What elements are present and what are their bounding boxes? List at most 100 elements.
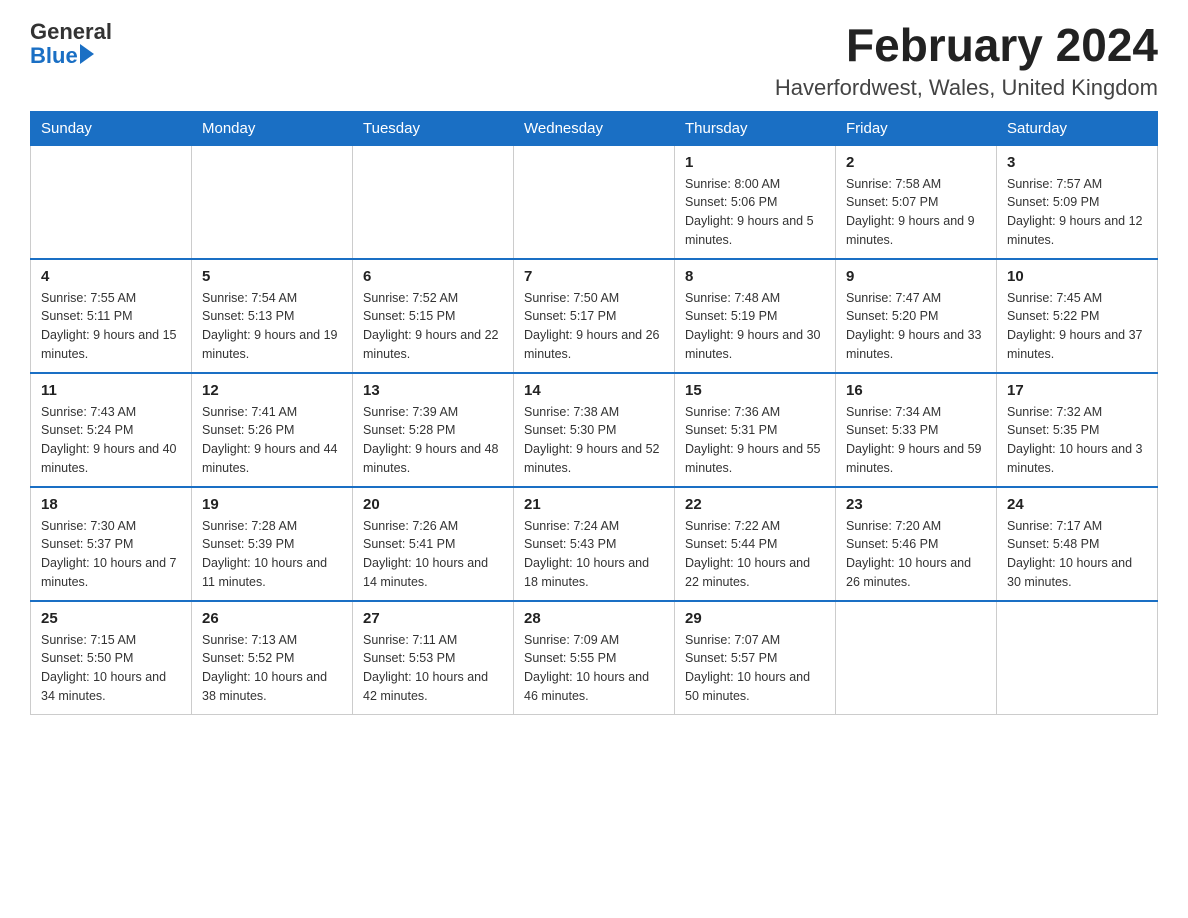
day-info: Sunrise: 7:48 AMSunset: 5:19 PMDaylight:… — [685, 289, 825, 364]
day-number: 28 — [524, 610, 664, 627]
day-number: 10 — [1007, 268, 1147, 285]
calendar-cell — [836, 601, 997, 715]
day-info: Sunrise: 7:26 AMSunset: 5:41 PMDaylight:… — [363, 517, 503, 592]
calendar-header-saturday: Saturday — [997, 111, 1158, 145]
calendar-cell: 26Sunrise: 7:13 AMSunset: 5:52 PMDayligh… — [192, 601, 353, 715]
day-info: Sunrise: 7:34 AMSunset: 5:33 PMDaylight:… — [846, 403, 986, 478]
day-info: Sunrise: 7:11 AMSunset: 5:53 PMDaylight:… — [363, 631, 503, 706]
day-info: Sunrise: 7:52 AMSunset: 5:15 PMDaylight:… — [363, 289, 503, 364]
calendar-cell: 25 Sunrise: 7:15 AMSunset: 5:50 PMDayligh… — [31, 601, 192, 715]
page-subtitle: Haverfordwest, Wales, United Kingdom — [775, 75, 1158, 101]
calendar-cell: 17Sunrise: 7:32 AMSunset: 5:35 PMDayligh… — [997, 373, 1158, 487]
day-info: Sunrise: 7:39 AMSunset: 5:28 PMDaylight:… — [363, 403, 503, 478]
calendar-cell: 3 Sunrise: 7:57 AMSunset: 5:09 PMDaylight… — [997, 145, 1158, 259]
calendar-header-monday: Monday — [192, 111, 353, 145]
page-title: February 2024 — [775, 20, 1158, 71]
day-number: 18 — [41, 496, 181, 513]
day-number: 3 — [1007, 154, 1147, 171]
logo-general: General — [30, 20, 112, 44]
calendar-cell: 9 Sunrise: 7:47 AMSunset: 5:20 PMDaylight… — [836, 259, 997, 373]
day-number: 22 — [685, 496, 825, 513]
calendar-cell: 23Sunrise: 7:20 AMSunset: 5:46 PMDayligh… — [836, 487, 997, 601]
day-info: Sunrise: 7:22 AMSunset: 5:44 PMDaylight:… — [685, 517, 825, 592]
calendar-cell: 15 Sunrise: 7:36 AMSunset: 5:31 PMDayligh… — [675, 373, 836, 487]
calendar-cell — [997, 601, 1158, 715]
calendar-cell: 4 Sunrise: 7:55 AMSunset: 5:11 PMDaylight… — [31, 259, 192, 373]
day-number: 15 — [685, 382, 825, 399]
calendar-cell: 6 Sunrise: 7:52 AMSunset: 5:15 PMDaylight… — [353, 259, 514, 373]
day-number: 7 — [524, 268, 664, 285]
day-info: Sunrise: 7:15 AMSunset: 5:50 PMDaylight:… — [41, 631, 181, 706]
day-info: Sunrise: 7:43 AMSunset: 5:24 PMDaylight:… — [41, 403, 181, 478]
day-info: Sunrise: 7:09 AMSunset: 5:55 PMDaylight:… — [524, 631, 664, 706]
day-number: 2 — [846, 154, 986, 171]
day-number: 29 — [685, 610, 825, 627]
calendar-header-row: SundayMondayTuesdayWednesdayThursdayFrid… — [31, 111, 1158, 145]
day-number: 8 — [685, 268, 825, 285]
calendar-cell: 7 Sunrise: 7:50 AMSunset: 5:17 PMDaylight… — [514, 259, 675, 373]
calendar-header-wednesday: Wednesday — [514, 111, 675, 145]
day-info: Sunrise: 7:55 AMSunset: 5:11 PMDaylight:… — [41, 289, 181, 364]
calendar-cell: 24Sunrise: 7:17 AMSunset: 5:48 PMDayligh… — [997, 487, 1158, 601]
day-info: Sunrise: 7:41 AMSunset: 5:26 PMDaylight:… — [202, 403, 342, 478]
day-info: Sunrise: 7:38 AMSunset: 5:30 PMDaylight:… — [524, 403, 664, 478]
calendar-cell: 13 Sunrise: 7:39 AMSunset: 5:28 PMDayligh… — [353, 373, 514, 487]
calendar-cell: 8 Sunrise: 7:48 AMSunset: 5:19 PMDaylight… — [675, 259, 836, 373]
calendar-week-row: 18 Sunrise: 7:30 AMSunset: 5:37 PMDayligh… — [31, 487, 1158, 601]
day-info: Sunrise: 7:13 AMSunset: 5:52 PMDaylight:… — [202, 631, 342, 706]
calendar-cell: 27Sunrise: 7:11 AMSunset: 5:53 PMDayligh… — [353, 601, 514, 715]
calendar-cell: 19 Sunrise: 7:28 AMSunset: 5:39 PMDayligh… — [192, 487, 353, 601]
day-number: 16 — [846, 382, 986, 399]
day-info: Sunrise: 7:54 AMSunset: 5:13 PMDaylight:… — [202, 289, 342, 364]
day-number: 6 — [363, 268, 503, 285]
day-number: 5 — [202, 268, 342, 285]
calendar-cell — [31, 145, 192, 259]
calendar-cell: 21 Sunrise: 7:24 AMSunset: 5:43 PMDayligh… — [514, 487, 675, 601]
calendar-header-sunday: Sunday — [31, 111, 192, 145]
calendar-week-row: 1 Sunrise: 8:00 AMSunset: 5:06 PMDaylight… — [31, 145, 1158, 259]
calendar-header-friday: Friday — [836, 111, 997, 145]
day-info: Sunrise: 7:57 AMSunset: 5:09 PMDaylight:… — [1007, 175, 1147, 250]
calendar-header-thursday: Thursday — [675, 111, 836, 145]
calendar-cell — [192, 145, 353, 259]
logo-triangle-icon — [80, 44, 94, 64]
title-section: February 2024 Haverfordwest, Wales, Unit… — [775, 20, 1158, 101]
day-info: Sunrise: 7:58 AMSunset: 5:07 PMDaylight:… — [846, 175, 986, 250]
calendar-cell: 20Sunrise: 7:26 AMSunset: 5:41 PMDayligh… — [353, 487, 514, 601]
day-number: 4 — [41, 268, 181, 285]
day-number: 19 — [202, 496, 342, 513]
calendar-cell: 22 Sunrise: 7:22 AMSunset: 5:44 PMDayligh… — [675, 487, 836, 601]
day-info: Sunrise: 7:50 AMSunset: 5:17 PMDaylight:… — [524, 289, 664, 364]
day-info: Sunrise: 7:07 AMSunset: 5:57 PMDaylight:… — [685, 631, 825, 706]
day-number: 9 — [846, 268, 986, 285]
calendar-cell: 14 Sunrise: 7:38 AMSunset: 5:30 PMDayligh… — [514, 373, 675, 487]
calendar-cell: 10 Sunrise: 7:45 AMSunset: 5:22 PMDayligh… — [997, 259, 1158, 373]
day-number: 14 — [524, 382, 664, 399]
day-info: Sunrise: 7:36 AMSunset: 5:31 PMDaylight:… — [685, 403, 825, 478]
day-number: 12 — [202, 382, 342, 399]
day-info: Sunrise: 7:24 AMSunset: 5:43 PMDaylight:… — [524, 517, 664, 592]
day-number: 13 — [363, 382, 503, 399]
calendar-week-row: 11 Sunrise: 7:43 AMSunset: 5:24 PMDayligh… — [31, 373, 1158, 487]
calendar-week-row: 4 Sunrise: 7:55 AMSunset: 5:11 PMDaylight… — [31, 259, 1158, 373]
day-info: Sunrise: 7:45 AMSunset: 5:22 PMDaylight:… — [1007, 289, 1147, 364]
calendar-cell: 11 Sunrise: 7:43 AMSunset: 5:24 PMDayligh… — [31, 373, 192, 487]
day-number: 17 — [1007, 382, 1147, 399]
day-number: 21 — [524, 496, 664, 513]
logo: General Blue — [30, 20, 112, 68]
calendar-week-row: 25 Sunrise: 7:15 AMSunset: 5:50 PMDayligh… — [31, 601, 1158, 715]
calendar-cell: 18 Sunrise: 7:30 AMSunset: 5:37 PMDayligh… — [31, 487, 192, 601]
day-info: Sunrise: 8:00 AMSunset: 5:06 PMDaylight:… — [685, 175, 825, 250]
day-number: 24 — [1007, 496, 1147, 513]
calendar-cell: 5 Sunrise: 7:54 AMSunset: 5:13 PMDaylight… — [192, 259, 353, 373]
logo-blue: Blue — [30, 44, 78, 68]
day-info: Sunrise: 7:20 AMSunset: 5:46 PMDaylight:… — [846, 517, 986, 592]
day-number: 25 — [41, 610, 181, 627]
calendar-cell: 2 Sunrise: 7:58 AMSunset: 5:07 PMDaylight… — [836, 145, 997, 259]
day-number: 11 — [41, 382, 181, 399]
calendar-cell: 28 Sunrise: 7:09 AMSunset: 5:55 PMDayligh… — [514, 601, 675, 715]
day-info: Sunrise: 7:30 AMSunset: 5:37 PMDaylight:… — [41, 517, 181, 592]
day-info: Sunrise: 7:28 AMSunset: 5:39 PMDaylight:… — [202, 517, 342, 592]
day-number: 1 — [685, 154, 825, 171]
day-info: Sunrise: 7:47 AMSunset: 5:20 PMDaylight:… — [846, 289, 986, 364]
